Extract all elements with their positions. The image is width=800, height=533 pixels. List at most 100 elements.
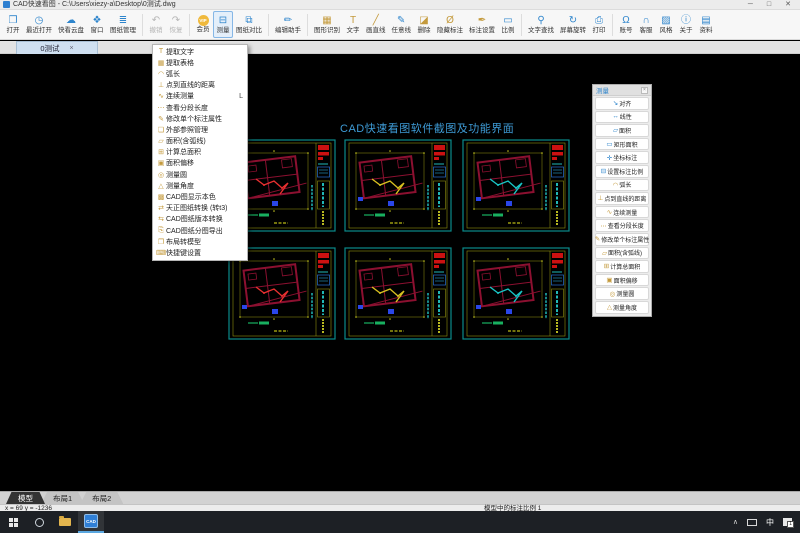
menu-item-17[interactable]: ❐ 布局转模型 [153, 236, 247, 247]
toolbar-button-23[interactable]: ∩ 客服 [636, 11, 656, 38]
tray-expand-icon[interactable]: ∧ [733, 518, 738, 526]
menu-item-icon-17: ❐ [157, 238, 165, 246]
panel-item-13[interactable]: ▣ 面积偏移 [595, 273, 649, 287]
toolbar-button-10[interactable]: ✏ 编辑助手 [272, 11, 304, 38]
panel-item-3[interactable]: ▭ 矩形面积 [595, 137, 649, 151]
toolbar-button-8[interactable]: ⊟ 测量 [213, 11, 233, 38]
windows-logo-icon [8, 517, 18, 527]
sheet-tab-1[interactable]: 布局1 [41, 492, 85, 504]
toolbar-button-7[interactable]: VIP 会员 [193, 11, 213, 38]
toolbar-icon-8: ⊟ [218, 14, 228, 26]
menu-item-18[interactable]: ⌨ 快捷键设置 [153, 247, 247, 258]
network-icon[interactable] [747, 518, 757, 526]
toolbar-button-17[interactable]: ✒ 标注设置 [466, 11, 498, 38]
toolbar-button-12[interactable]: T 文字 [343, 11, 363, 38]
file-explorer-button[interactable] [52, 511, 78, 533]
toolbar-button-0[interactable]: ❒ 打开 [3, 11, 23, 38]
toolbar-label-13: 画直线 [366, 26, 386, 34]
toolbar-button-3[interactable]: ❖ 窗口 [87, 11, 107, 38]
toolbar-label-17: 标注设置 [469, 26, 495, 34]
toolbar-button-16[interactable]: Ø 隐藏标注 [434, 11, 466, 38]
minimize-button[interactable]: ─ [748, 0, 753, 9]
panel-item-0[interactable]: ↘ 对齐 [595, 97, 649, 110]
toolbar-icon-26: ▤ [701, 14, 711, 26]
menu-item-icon-15: ⇆ [158, 216, 164, 224]
menu-item-5[interactable]: ⋯ 查看分段长度 [153, 102, 247, 113]
toolbar-button-19[interactable]: ⚲ 文字查找 [525, 11, 557, 38]
panel-item-11[interactable]: ▱ 面积(含弧线) [595, 246, 649, 260]
cad-drawing-2[interactable] [462, 139, 570, 232]
menu-item-9[interactable]: ⊞ 计算总面积 [153, 147, 247, 158]
panel-item-5[interactable]: ⊟ 设置标注比例 [595, 164, 649, 178]
menu-item-3[interactable]: ⊥ 点到直线的距离 [153, 80, 247, 91]
menu-item-16[interactable]: ⎘ CAD图纸分图导出 [153, 225, 247, 236]
menu-item-icon-16: ⎘ [158, 226, 164, 234]
menu-item-1[interactable]: ▦ 提取表格 [153, 57, 247, 68]
panel-item-14[interactable]: ◎ 测量圆 [595, 287, 649, 300]
panel-item-icon-4: ✛ [606, 154, 613, 162]
toolbar-button-9[interactable]: ⧉ 图纸对比 [233, 11, 265, 38]
toolbar-button-21[interactable]: ⎙ 打印 [589, 11, 609, 38]
document-tab[interactable]: 0测试 × [16, 41, 98, 54]
toolbar: ❒ 打开 ◷ 最近打开 ☁ 快看云盘 ❖ 窗口 ≣ 图纸管理 ↶ 撤销 ↷ 恢复 VIP 会员 ⊟ 测量 ⧉ 图纸对比… [0, 10, 800, 40]
menu-item-2[interactable]: ◠ 弧长 [153, 68, 247, 79]
panel-item-7[interactable]: ⊥ 点到直线的距离 [595, 192, 649, 205]
panel-item-10[interactable]: ✎ 修改单个标注属性 [595, 232, 649, 246]
sheet-tab-0[interactable]: 模型 [6, 492, 45, 504]
menu-item-14[interactable]: ⇄ 天正图纸转换 (转t3) [153, 203, 247, 214]
menu-item-7[interactable]: ❏ 外部参照管理 [153, 124, 247, 135]
toolbar-icon-23: ∩ [642, 14, 650, 26]
start-button[interactable] [0, 511, 26, 533]
toolbar-button-22[interactable]: Ω 账号 [616, 11, 636, 38]
panel-item-8[interactable]: ∿ 连续测量 [595, 205, 649, 219]
notification-center-icon[interactable]: 1 [783, 518, 794, 528]
cad-drawing-1[interactable] [344, 139, 452, 232]
cad-drawing-5[interactable] [462, 247, 570, 340]
panel-item-15[interactable]: △ 测量角度 [595, 300, 649, 314]
toolbar-button-18[interactable]: ▭ 比例 [498, 11, 518, 38]
toolbar-button-24[interactable]: ▨ 风格 [656, 11, 676, 38]
menu-item-13[interactable]: ▩ CAD图显示本色 [153, 191, 247, 202]
menu-item-4[interactable]: ∿ 连续测量 L [153, 91, 247, 102]
cortana-button[interactable] [26, 511, 52, 533]
panel-item-12[interactable]: ⊞ 计算总面积 [595, 260, 649, 273]
measure-panel-close-icon[interactable]: × [641, 86, 648, 94]
toolbar-button-26[interactable]: ▤ 资料 [696, 11, 716, 38]
drawing-canvas[interactable]: CAD快速看图软件截图及功能界面 [0, 54, 800, 491]
panel-item-6[interactable]: ◠ 弧长 [595, 178, 649, 192]
toolbar-button-2[interactable]: ☁ 快看云盘 [55, 11, 87, 38]
menu-item-10[interactable]: ▣ 面积偏移 [153, 158, 247, 169]
menu-item-8[interactable]: ▱ 面积(含弧线) [153, 136, 247, 147]
maximize-button[interactable]: □ [767, 0, 771, 9]
panel-item-icon-1: ↔ [612, 113, 619, 121]
menu-item-6[interactable]: ✎ 修改单个标注属性 [153, 113, 247, 124]
toolbar-icon-24: ▨ [661, 14, 671, 26]
menu-item-12[interactable]: △ 测量角度 [153, 180, 247, 191]
menu-item-11[interactable]: ◎ 测量圆 [153, 169, 247, 180]
toolbar-button-4[interactable]: ≣ 图纸管理 [107, 11, 139, 38]
menu-item-15[interactable]: ⇆ CAD图纸版本转换 [153, 214, 247, 225]
sheet-tab-2[interactable]: 布局2 [80, 492, 124, 504]
cad-drawing-3[interactable] [228, 247, 336, 340]
ime-indicator[interactable]: 中 [766, 517, 774, 528]
panel-item-9[interactable]: ⋯ 查看分段长度 [595, 219, 649, 232]
toolbar-button-14[interactable]: ✎ 任意线 [389, 11, 415, 38]
panel-item-4[interactable]: ✛ 坐标标注 [595, 151, 649, 164]
cad-drawing-4[interactable] [344, 247, 452, 340]
panel-item-1[interactable]: ↔ 线性 [595, 110, 649, 124]
toolbar-button-13[interactable]: ╱ 画直线 [363, 11, 389, 38]
toolbar-button-15[interactable]: ◪ 删除 [414, 11, 434, 38]
menu-item-0[interactable]: T 提取文字 [153, 46, 247, 57]
toolbar-button-20[interactable]: ↻ 屏幕旋转 [557, 11, 589, 38]
toolbar-button-1[interactable]: ◷ 最近打开 [23, 11, 55, 38]
toolbar-button-11[interactable]: ▦ 图形识别 [311, 11, 343, 38]
taskbar-active-app-button[interactable]: CAD [78, 511, 104, 533]
toolbar-label-1: 最近打开 [26, 26, 52, 34]
document-tab-close-icon[interactable]: × [70, 45, 74, 52]
toolbar-icon-18: ▭ [503, 14, 513, 26]
toolbar-icon-10: ✏ [283, 14, 293, 26]
close-button[interactable]: ✕ [785, 0, 791, 9]
system-tray: ∧ 中 1 [733, 517, 800, 528]
panel-item-2[interactable]: ▱ 面积 [595, 124, 649, 137]
toolbar-button-25[interactable]: ⓘ 关于 [676, 11, 696, 38]
